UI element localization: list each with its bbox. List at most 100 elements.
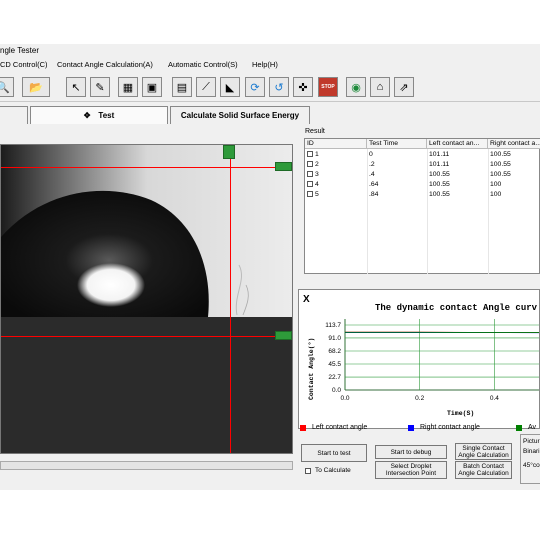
column-divider — [488, 149, 489, 274]
row-time: .4 — [369, 171, 375, 178]
menu-ccd-control[interactable]: CD Control(C) — [0, 59, 48, 71]
crosshair-top-line — [1, 167, 292, 168]
menu-automatic-control[interactable]: Automatic Control(S) — [168, 59, 238, 71]
table-row[interactable]: 4 .64 100.55 100 — [305, 180, 540, 190]
monitor-icon[interactable]: ▣ — [142, 77, 162, 97]
row-id: 3 — [315, 171, 319, 178]
binarize-option[interactable]: Binari — [523, 447, 540, 457]
table-row[interactable]: 2 .2 101.11 100.55 — [305, 160, 540, 170]
row-id: 5 — [315, 191, 319, 198]
menu-contact-angle[interactable]: Contact Angle Calculation(A) — [57, 59, 153, 71]
crosshair-baseline — [1, 336, 292, 337]
folder-icon[interactable]: 📂 — [22, 77, 50, 97]
droplet-image — [1, 145, 292, 453]
row-time: 0 — [369, 151, 373, 158]
y-tick-label: 113.7 — [325, 322, 341, 329]
legend-right-angle: Right contact angle — [408, 424, 480, 431]
row-id: 4 — [315, 181, 319, 188]
home-icon[interactable]: ⌂ — [370, 77, 390, 97]
legend-average: Av — [516, 424, 536, 431]
table-row[interactable]: 5 .84 100.55 100 — [305, 190, 540, 200]
camera-icon[interactable]: 🔍 — [0, 77, 14, 97]
angle-icon[interactable]: ◣ — [220, 77, 240, 97]
chart-legend: Left contact angle Right contact angle A… — [298, 422, 540, 434]
table-row[interactable]: 3 .4 100.55 100.55 — [305, 170, 540, 180]
row-left-angle: 100.55 — [429, 191, 450, 198]
column-header-left[interactable]: Left contact an... — [427, 139, 488, 149]
start-test-button[interactable]: Start to test — [301, 444, 367, 462]
batch-calculation-button[interactable]: Batch Contact Angle Calculation — [455, 461, 512, 479]
row-right-angle: 100.55 — [490, 151, 511, 158]
row-left-angle: 101.11 — [429, 161, 450, 168]
refresh-icon[interactable]: ⟳ — [245, 77, 265, 97]
legend-left-angle: Left contact angle — [300, 424, 367, 431]
rotate-45-option[interactable]: 45°co — [523, 461, 540, 471]
marker-handle-top[interactable] — [223, 145, 235, 159]
x-tick-label: 0.0 — [340, 395, 349, 402]
row-checkbox[interactable] — [307, 151, 313, 158]
marker-handle-right-base[interactable] — [275, 331, 292, 340]
row-left-angle: 101.11 — [429, 151, 450, 158]
row-id: 2 — [315, 161, 319, 168]
x-tick-label: 0.2 — [415, 395, 424, 402]
start-debug-button[interactable]: Start to debug — [375, 445, 447, 459]
to-calculate-box[interactable] — [305, 467, 311, 474]
legend-swatch — [408, 424, 414, 431]
row-right-angle: 100.55 — [490, 161, 511, 168]
y-tick-label: 45.5 — [328, 361, 341, 368]
picture-label: Pictur — [523, 438, 540, 445]
row-time: .2 — [369, 161, 375, 168]
toolbar: 🔍 📂 ↖ ✎ ▦ ▣ ▤ ⟋ ◣ ⟳ ↺ ✜ STOP ◉ ⌂ ⇗ — [0, 74, 540, 102]
globe-icon[interactable]: ◉ — [346, 77, 366, 97]
row-right-angle: 100 — [490, 181, 502, 188]
table-header: ID Test Time Left contact an... Right co… — [305, 139, 540, 149]
legend-swatch — [516, 424, 522, 431]
test-icon: ✥ — [83, 111, 91, 120]
settings-icon[interactable]: ✜ — [293, 77, 313, 97]
column-header-time[interactable]: Test Time — [367, 139, 427, 149]
x-tick-label: 0.4 — [490, 395, 499, 402]
y-tick-label: 22.7 — [328, 374, 341, 381]
save-icon[interactable]: ▤ — [172, 77, 192, 97]
row-checkbox[interactable] — [307, 171, 313, 178]
y-tick-label: 91.0 — [328, 335, 341, 342]
row-id: 1 — [315, 151, 319, 158]
contact-angle-chart[interactable]: X The dynamic contact Angle curv Contact… — [298, 289, 540, 429]
horizontal-scrollbar[interactable] — [0, 461, 293, 470]
row-checkbox[interactable] — [307, 181, 313, 188]
chart-svg: X The dynamic contact Angle curv Contact… — [303, 294, 539, 417]
stop-icon[interactable]: STOP — [318, 77, 338, 97]
select-droplet-button[interactable]: Select Droplet Intersection Point — [375, 461, 447, 479]
to-calculate-checkbox[interactable]: To Calculate — [305, 467, 351, 474]
undo-icon[interactable]: ↺ — [269, 77, 289, 97]
y-tick-label: 0.0 — [332, 387, 341, 394]
picture-options-group: Pictur Binari 45°co — [520, 434, 540, 484]
tab-surface-energy[interactable]: Calculate Solid Surface Energy — [170, 106, 310, 124]
single-calculation-button[interactable]: Single Contact Angle Calculation — [455, 443, 512, 460]
app-window: ngle Tester CD Control(C) Contact Angle … — [0, 44, 540, 490]
chart-ylabel: Contact Angle(°) — [307, 338, 315, 400]
row-right-angle: 100 — [490, 191, 502, 198]
result-group: Result ID Test Time Left contact an... R… — [302, 128, 540, 276]
row-checkbox[interactable] — [307, 161, 313, 168]
tab-previous[interactable] — [0, 106, 28, 124]
needle-icon[interactable]: ⟋ — [196, 77, 216, 97]
calculator-icon[interactable]: ▦ — [118, 77, 138, 97]
menu-help[interactable]: Help(H) — [252, 59, 278, 71]
result-label: Result — [304, 128, 326, 135]
pointer-icon[interactable]: ↖ — [66, 77, 86, 97]
marker-handle-right-top[interactable] — [275, 162, 292, 171]
edit-icon[interactable]: ✎ — [90, 77, 110, 97]
column-header-right[interactable]: Right contact a... — [488, 139, 540, 149]
column-header-id[interactable]: ID — [305, 139, 367, 149]
result-table[interactable]: ID Test Time Left contact an... Right co… — [304, 138, 540, 274]
chart-corner-mark: X — [303, 294, 310, 305]
export-icon[interactable]: ⇗ — [394, 77, 414, 97]
row-right-angle: 100.55 — [490, 171, 511, 178]
camera-view[interactable] — [0, 144, 293, 454]
table-row[interactable]: 1 0 101.11 100.55 — [305, 150, 540, 160]
row-checkbox[interactable] — [307, 191, 313, 198]
tab-test[interactable]: ✥ Test — [30, 106, 168, 124]
y-tick-label: 68.2 — [328, 348, 341, 355]
row-left-angle: 100.55 — [429, 171, 450, 178]
